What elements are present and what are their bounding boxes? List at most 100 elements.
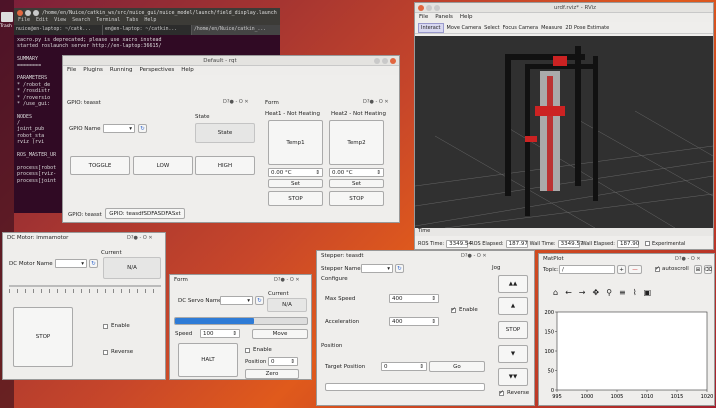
add-topic-icon[interactable]: +	[617, 265, 626, 274]
terminal-tab[interactable]: nuice@en-laptop: ~/catk...	[14, 25, 103, 35]
topic-input[interactable]: /	[559, 265, 615, 274]
tool-move-camera[interactable]: Move Camera	[447, 25, 482, 31]
panel-controls[interactable]: D?● - O ✕	[127, 235, 153, 241]
save-icon[interactable]: ▣	[644, 288, 652, 297]
jog-down-button[interactable]: ▼	[498, 345, 528, 363]
trash-icon[interactable]	[1, 12, 13, 22]
dc-motor-panel[interactable]: DC Motor: immamotor D?● - O ✕ Current DC…	[2, 232, 166, 380]
stepper-dropdown[interactable]: ▾	[361, 264, 393, 273]
temp1-button[interactable]: Temp1	[268, 120, 323, 165]
dc-reverse-checkbox[interactable]	[103, 350, 108, 355]
tool-interact[interactable]: Interact	[418, 22, 444, 33]
tool-measure[interactable]: Measure	[541, 25, 562, 31]
terminal-tabs[interactable]: nuice@en-laptop: ~/catk... en@en-laptop:…	[14, 25, 280, 35]
zero-button[interactable]: Zero	[245, 369, 299, 379]
tool-select[interactable]: Select	[484, 25, 499, 31]
dc-enable-checkbox[interactable]	[103, 324, 108, 329]
speed-input[interactable]: 100 ⇕	[200, 329, 240, 338]
menu-perspectives[interactable]: Perspectives	[139, 67, 174, 74]
home-icon[interactable]: ⌂	[553, 288, 558, 297]
jog-fast-down-button[interactable]: ▼▼	[498, 368, 528, 386]
menu-panels[interactable]: Panels	[435, 14, 453, 21]
jog-fast-up-button[interactable]: ▲▲	[498, 275, 528, 293]
dc-stop-button[interactable]: STOP	[13, 307, 73, 367]
high-button[interactable]: HIGH	[195, 156, 255, 175]
temp1-set-button[interactable]: Set	[268, 179, 323, 188]
refresh-icon[interactable]: ↻	[138, 124, 147, 133]
temp1-stop-button[interactable]: STOP	[268, 191, 323, 206]
panel-controls[interactable]: D?● - O ✕	[363, 99, 389, 105]
rviz-toolbar[interactable]: Interact Move Camera Select Focus Camera…	[415, 22, 713, 34]
window-controls[interactable]	[17, 9, 39, 16]
target-position-input[interactable]: 0 ⇕	[381, 362, 427, 371]
subplots-icon[interactable]: ≡	[619, 288, 626, 297]
temp2-button[interactable]: Temp2	[329, 120, 384, 165]
menu-file[interactable]: File	[18, 17, 30, 25]
dc-speed-slider[interactable]	[9, 285, 161, 287]
menu-help[interactable]: Help	[181, 67, 194, 74]
settings-icon[interactable]: ⊞	[694, 265, 702, 274]
gpio-name-dropdown[interactable]: ▾	[103, 124, 135, 133]
refresh-icon[interactable]: ↻	[255, 296, 264, 305]
plot-toolbar[interactable]: ⌂ ← → ✥ ⚲ ≡ ⌇ ▣	[553, 288, 651, 297]
edit-curves-icon[interactable]: ⌇	[633, 288, 637, 297]
terminal-tab-active[interactable]: /home/en/Nuice/catkin_...	[192, 25, 280, 35]
tool-focus-camera[interactable]: Focus Camera	[503, 25, 539, 31]
menu-view[interactable]: View	[54, 17, 66, 25]
autoscroll-checkbox[interactable]	[655, 265, 660, 272]
toggle-button[interactable]: TOGGLE	[70, 156, 130, 175]
rviz-3d-view[interactable]	[415, 36, 713, 229]
gpio-tab[interactable]: GPIO: teasst	[68, 212, 102, 218]
temp2-stop-button[interactable]: STOP	[329, 191, 384, 206]
panel-controls[interactable]: D?● - O ✕	[675, 256, 701, 262]
remove-topic-icon[interactable]: —	[628, 265, 642, 274]
plot-area[interactable]: 995 1000 1005 1010 1015 1020 200 150 100 50 0	[539, 306, 714, 406]
window-controls[interactable]	[374, 57, 396, 64]
stepper-panel[interactable]: Stepper: teasdt D?● - O ✕ Jog Stepper Na…	[316, 250, 535, 406]
gpio-tab-active[interactable]: GPIO: teasdfSDFASDFASxt	[105, 208, 185, 219]
menu-help[interactable]: Help	[460, 14, 473, 21]
menu-edit[interactable]: Edit	[36, 17, 48, 25]
temp2-set-button[interactable]: Set	[329, 179, 384, 188]
menu-plugins[interactable]: Plugins	[83, 67, 103, 74]
acceleration-input[interactable]: 400 ⇕	[389, 317, 439, 326]
temp2-setpoint[interactable]: 0.00 °C ⇕	[329, 168, 384, 177]
stepper-enable-checkbox[interactable]	[451, 306, 456, 313]
rqt-window[interactable]: Default - rqt File Plugins Running Persp…	[62, 55, 400, 223]
servo-enable-checkbox[interactable]	[245, 348, 250, 353]
rqt-menubar[interactable]: File Plugins Running Perspectives Help	[63, 66, 399, 75]
panel-controls[interactable]: D?● - O ✕	[274, 277, 300, 283]
window-controls[interactable]	[418, 4, 440, 11]
pan-icon[interactable]: ✥	[592, 288, 599, 297]
rviz-menubar[interactable]: File Panels Help	[415, 13, 713, 22]
menu-search[interactable]: Search	[72, 17, 90, 25]
go-button[interactable]: Go	[429, 361, 485, 372]
menu-file[interactable]: File	[419, 14, 428, 21]
move-button[interactable]: Move	[252, 329, 308, 339]
jog-up-button[interactable]: ▲	[498, 297, 528, 315]
servo-panel[interactable]: Form D?● - O ✕ Current DC Servo Name ▾ ↻…	[169, 274, 312, 380]
refresh-icon[interactable]: ↻	[395, 264, 404, 273]
panel-controls[interactable]: D?● - O ✕	[223, 99, 249, 105]
halt-button[interactable]: HALT	[178, 343, 238, 377]
forward-icon[interactable]: →	[579, 288, 586, 297]
jog-stop-button[interactable]: STOP	[498, 321, 528, 339]
temp1-setpoint[interactable]: 0.00 °C ⇕	[268, 168, 323, 177]
zoom-icon[interactable]: ⚲	[606, 288, 612, 297]
tool-2d-pose-estimate[interactable]: 2D Pose Estimate	[565, 25, 609, 31]
menu-help[interactable]: Help	[144, 17, 156, 25]
clear-icon[interactable]: ⌫	[704, 265, 712, 274]
position-input[interactable]: 0 ⇕	[268, 357, 298, 366]
terminal-menubar[interactable]: File Edit View Search Terminal Tabs Help	[14, 17, 280, 25]
stepper-reverse-checkbox[interactable]	[499, 389, 504, 396]
terminal-tab[interactable]: en@en-laptop: ~/catkin...	[103, 25, 192, 35]
max-speed-input[interactable]: 400 ⇕	[389, 294, 439, 303]
dc-motor-dropdown[interactable]: ▾	[55, 259, 87, 268]
menu-terminal[interactable]: Terminal	[96, 17, 120, 25]
experimental-checkbox[interactable]	[644, 241, 650, 246]
menu-file[interactable]: File	[67, 67, 76, 74]
rviz-window[interactable]: urdf.rviz* - RViz File Panels Help Inter…	[414, 2, 714, 250]
panel-controls[interactable]: D?● - O ✕	[461, 253, 487, 259]
menu-tabs[interactable]: Tabs	[126, 17, 138, 25]
servo-dropdown[interactable]: ▾	[220, 296, 253, 305]
